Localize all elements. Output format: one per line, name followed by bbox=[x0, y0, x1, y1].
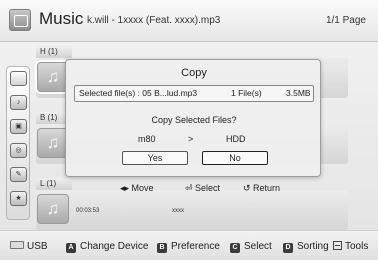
dialog-title: Copy bbox=[181, 67, 207, 79]
page-indicator: 1/1 Page bbox=[325, 15, 366, 26]
footer-bar: USB A Change Device B Preference C Select D… bbox=[0, 230, 378, 260]
return-hint: ↺ Return bbox=[243, 183, 281, 193]
track-artist: xxxx bbox=[172, 208, 184, 214]
a-key-icon: A bbox=[66, 243, 76, 253]
selected-file-info: Selected file(s) : 05 B...lud.mp3 1 File… bbox=[74, 85, 314, 102]
tools-item[interactable]: Tools bbox=[333, 241, 368, 252]
preference-label: Preference bbox=[171, 241, 220, 252]
file-size: 3.5MB bbox=[286, 88, 311, 98]
d-key-icon: D bbox=[283, 243, 293, 253]
disc-icon[interactable]: ◎ bbox=[10, 143, 27, 158]
copy-dialog: Copy Selected file(s) : 05 B...lud.mp3 1… bbox=[65, 59, 321, 177]
select-hint: ⏎ Select bbox=[185, 183, 221, 193]
dialog-hint-bar: ◂▸ Move ⏎ Select ↺ Return bbox=[65, 180, 321, 196]
copy-question: Copy Selected Files? bbox=[151, 115, 237, 125]
move-hint: ◂▸ Move bbox=[120, 183, 154, 193]
group-label-h: H (1) bbox=[36, 46, 72, 58]
usb-item[interactable]: USB bbox=[10, 241, 48, 252]
c-key-icon: C bbox=[230, 243, 240, 253]
music-icon[interactable]: ♪ bbox=[10, 95, 27, 110]
edit-icon[interactable]: ✎ bbox=[10, 167, 27, 182]
star-icon[interactable]: ★ bbox=[10, 191, 27, 206]
category-rail: ♪ ▣ ◎ ✎ ★ bbox=[6, 66, 30, 220]
select-item[interactable]: C Select bbox=[230, 241, 272, 253]
photo-icon[interactable]: ▣ bbox=[10, 119, 27, 134]
header-bar: Music k.will - 1xxxx (Feat. xxxx).mp3 1/… bbox=[0, 0, 378, 42]
music-thumbnail[interactable]: ♫ bbox=[37, 194, 69, 224]
source-device: m80 bbox=[138, 134, 156, 144]
select-label: Select bbox=[244, 241, 272, 252]
app-title: Music bbox=[39, 9, 84, 28]
usb-label: USB bbox=[27, 241, 48, 252]
folder-icon[interactable] bbox=[10, 71, 27, 86]
tools-icon bbox=[333, 241, 342, 250]
tools-label: Tools bbox=[345, 241, 369, 252]
file-count: 1 File(s) bbox=[231, 88, 262, 98]
b-key-icon: B bbox=[157, 243, 167, 253]
usb-icon bbox=[10, 241, 24, 249]
selected-file-name: Selected file(s) : 05 B...lud.mp3 bbox=[79, 88, 198, 98]
sorting-label: Sorting bbox=[297, 241, 329, 252]
preference-item[interactable]: B Preference bbox=[157, 241, 220, 253]
destination-device: HDD bbox=[226, 134, 246, 144]
track-duration: 00:03:53 bbox=[76, 208, 100, 214]
sorting-item[interactable]: D Sorting bbox=[283, 241, 329, 253]
change-device-label: Change Device bbox=[80, 241, 149, 252]
copy-direction-arrow: > bbox=[188, 134, 194, 144]
yes-button[interactable]: Yes bbox=[122, 151, 188, 165]
change-device-item[interactable]: A Change Device bbox=[66, 241, 148, 253]
music-app-icon bbox=[9, 9, 31, 31]
current-file-title: k.will - 1xxxx (Feat. xxxx).mp3 bbox=[87, 15, 221, 26]
no-button[interactable]: No bbox=[202, 151, 268, 165]
